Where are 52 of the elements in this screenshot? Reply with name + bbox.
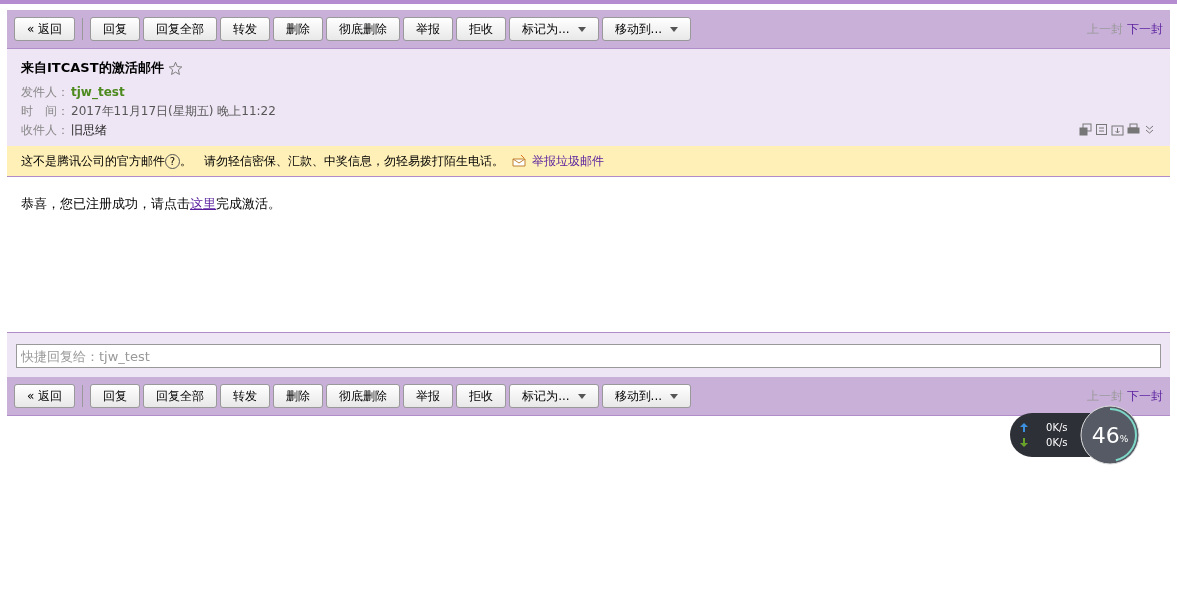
quick-reply-field[interactable]: 快捷回复给：tjw_test	[16, 344, 1161, 368]
sent-time: 2017年11月17日(星期五) 晚上11:22	[71, 103, 276, 120]
toolbar-button[interactable]: 转发	[220, 17, 271, 41]
recipient-name: 旧思绪	[71, 122, 107, 139]
download-speed: 0K/s	[1046, 437, 1068, 448]
next-link[interactable]: 下一封	[1127, 387, 1163, 405]
toolbar-button[interactable]: 举报	[403, 17, 454, 41]
toolbar-button[interactable]: 拒收	[456, 384, 507, 408]
activation-link[interactable]: 这里	[190, 196, 216, 211]
toolbar-button[interactable]: 彻底删除	[326, 384, 401, 408]
message-text: 恭喜，您已注册成功，请点击这里完成激活。	[21, 196, 281, 211]
toolbar-button[interactable]: 回复全部	[143, 17, 218, 41]
toolbar-button[interactable]: 拒收	[456, 17, 507, 41]
sender-name: tjw_test	[71, 84, 125, 102]
caret-icon	[577, 26, 586, 32]
upload-speed: 0K/s	[1046, 422, 1068, 433]
chevron-down-icon[interactable]	[1143, 123, 1156, 136]
toolbar-button[interactable]: 回复	[90, 384, 141, 408]
caret-icon	[577, 393, 586, 399]
toolbar-button[interactable]: 回复全部	[143, 384, 218, 408]
caret-icon	[670, 26, 679, 32]
upload-arrow-icon	[1020, 423, 1028, 432]
warning-advice: 请勿轻信密保、汇款、中奖信息，勿轻易拨打陌生电话。	[204, 152, 504, 170]
dropdown-button[interactable]: 标记为...	[509, 384, 599, 408]
envelope-icon	[512, 155, 526, 167]
caret-icon	[670, 393, 679, 399]
print-icon[interactable]	[1127, 123, 1140, 136]
document-icon[interactable]	[1095, 123, 1108, 136]
dropdown-button[interactable]: 移动到...	[601, 384, 692, 408]
toolbar-button[interactable]: 删除	[273, 384, 324, 408]
warning-punctuation: 。	[180, 152, 192, 170]
dropdown-button[interactable]: 标记为...	[509, 17, 599, 41]
download-arrow-icon	[1020, 438, 1028, 447]
toolbar-button[interactable]: 举报	[403, 384, 454, 408]
toolbar-button[interactable]: 彻底删除	[326, 17, 401, 41]
report-spam-link[interactable]: 举报垃圾邮件	[532, 152, 604, 170]
toolbar-button[interactable]: 转发	[220, 384, 271, 408]
dropdown-button[interactable]: 移动到...	[601, 17, 692, 41]
warning-text: 这不是腾讯公司的官方邮件	[21, 152, 165, 170]
back-button[interactable]: « 返回	[14, 384, 76, 408]
mail-subject: 来自ITCAST的激活邮件	[21, 59, 164, 77]
back-button[interactable]: « 返回	[14, 17, 76, 41]
usage-percent: 46%	[1090, 421, 1130, 450]
recipient-label: 收件人：	[21, 122, 69, 139]
time-label: 时 间：	[21, 103, 69, 120]
windows-icon[interactable]	[1079, 123, 1092, 136]
folder-icon[interactable]	[1111, 123, 1124, 136]
next-link[interactable]: 下一封	[1127, 20, 1163, 38]
sender-label: 发件人：	[21, 84, 69, 101]
toolbar-button[interactable]: 回复	[90, 17, 141, 41]
star-icon[interactable]	[167, 60, 183, 76]
toolbar-button[interactable]: 删除	[273, 17, 324, 41]
